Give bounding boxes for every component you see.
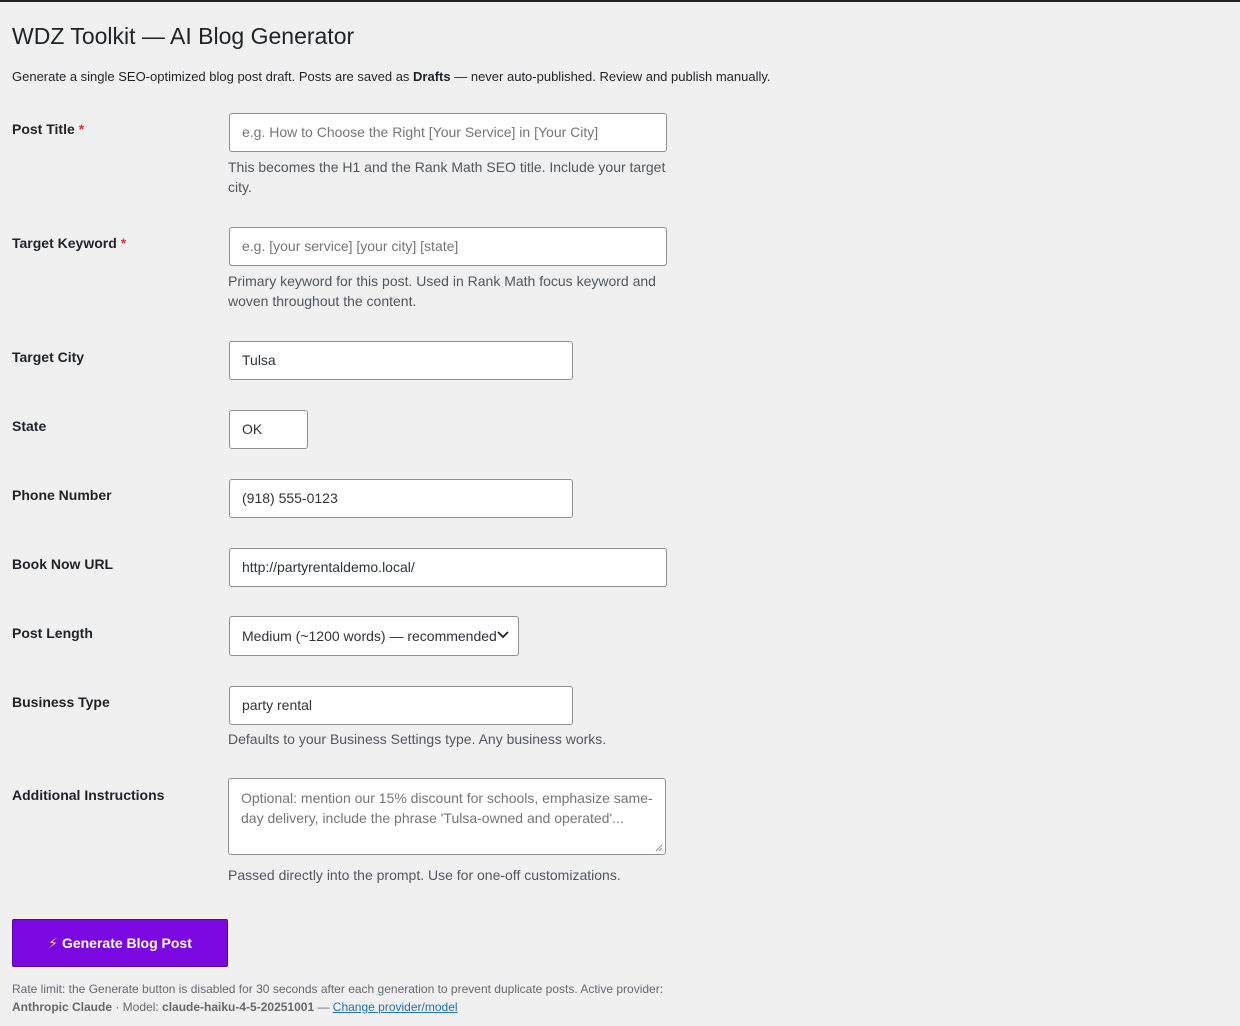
drafts-emphasis: Drafts bbox=[413, 69, 451, 84]
post-length-label: Post Length bbox=[12, 625, 93, 641]
phone-number-label: Phone Number bbox=[12, 487, 112, 503]
book-now-url-input[interactable]: http://partyrentaldemo.local/ bbox=[229, 548, 667, 587]
target-city-label: Target City bbox=[12, 349, 85, 365]
additional-instructions-label: Additional Instructions bbox=[12, 787, 165, 803]
page-intro: Generate a single SEO-optimized blog pos… bbox=[12, 69, 771, 84]
post-title-input[interactable]: e.g. How to Choose the Right [Your Servi… bbox=[229, 113, 667, 152]
additional-instructions-description: Passed directly into the prompt. Use for… bbox=[228, 867, 621, 883]
change-provider-link[interactable]: Change provider/model bbox=[333, 1000, 458, 1014]
business-type-label: Business Type bbox=[12, 694, 110, 710]
post-title-label: Post Title * bbox=[12, 121, 85, 137]
phone-number-input[interactable]: (918) 555-0123 bbox=[229, 479, 573, 518]
additional-instructions-textarea[interactable]: Optional: mention our 15% discount for s… bbox=[228, 778, 666, 855]
book-now-url-label: Book Now URL bbox=[12, 556, 114, 572]
post-length-selected: Medium (~1200 words) — recommended bbox=[242, 628, 497, 644]
post-title-description: This becomes the H1 and the Rank Math SE… bbox=[228, 159, 666, 195]
state-label: State bbox=[12, 418, 47, 434]
additional-instructions-placeholder: Optional: mention our 15% discount for s… bbox=[241, 790, 653, 826]
resize-grip-icon[interactable] bbox=[655, 844, 663, 852]
generate-blog-post-button[interactable]: ⚡ Generate Blog Post bbox=[12, 919, 228, 967]
target-keyword-label: Target Keyword * bbox=[12, 235, 127, 251]
generate-button-label: Generate Blog Post bbox=[61, 935, 192, 951]
target-keyword-description: Primary keyword for this post. Used in R… bbox=[228, 273, 656, 309]
top-border bbox=[0, 0, 1240, 2]
target-city-input[interactable]: Tulsa bbox=[229, 341, 573, 380]
business-type-input[interactable]: party rental bbox=[229, 686, 573, 725]
post-length-select[interactable]: Medium (~1200 words) — recommended bbox=[229, 616, 519, 656]
required-marker: * bbox=[120, 235, 127, 251]
active-model: claude-haiku-4-5-20251001 bbox=[162, 1000, 315, 1014]
business-type-description: Defaults to your Business Settings type.… bbox=[228, 731, 607, 747]
required-marker: * bbox=[78, 121, 85, 137]
state-input[interactable]: OK bbox=[229, 410, 308, 449]
active-provider: Anthropic Claude bbox=[12, 1000, 113, 1014]
target-keyword-input[interactable]: e.g. [your service] [your city] [state] bbox=[229, 227, 667, 266]
lightning-icon: ⚡ bbox=[48, 934, 58, 951]
page-title: WDZ Toolkit — AI Blog Generator bbox=[12, 23, 355, 49]
chevron-down-icon bbox=[497, 631, 509, 639]
rate-limit-note: Rate limit: the Generate button is disab… bbox=[12, 982, 664, 1014]
